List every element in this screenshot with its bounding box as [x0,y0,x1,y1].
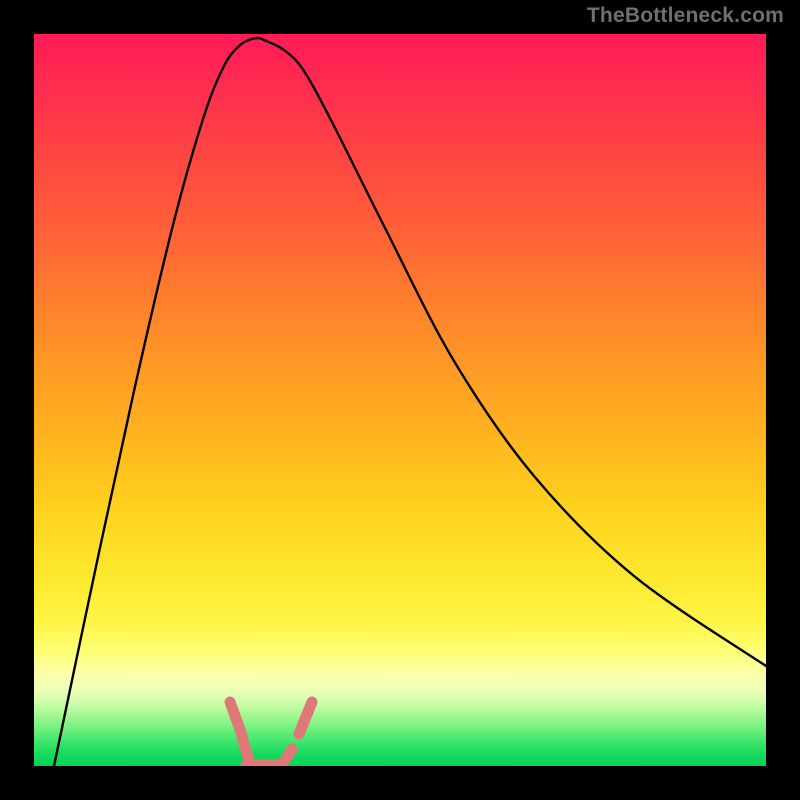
bottleneck-curve [54,38,766,766]
highlight-segment-4 [299,702,312,734]
bottleneck-curve-path [54,38,766,766]
watermark-text: TheBottleneck.com [587,4,784,28]
chart-frame: TheBottleneck.com [0,0,800,800]
highlight-segment-3 [282,749,292,765]
curve-layer [34,34,766,766]
highlight-segment-0 [230,702,242,735]
plot-area [34,34,766,766]
highlight-markers [230,702,312,765]
